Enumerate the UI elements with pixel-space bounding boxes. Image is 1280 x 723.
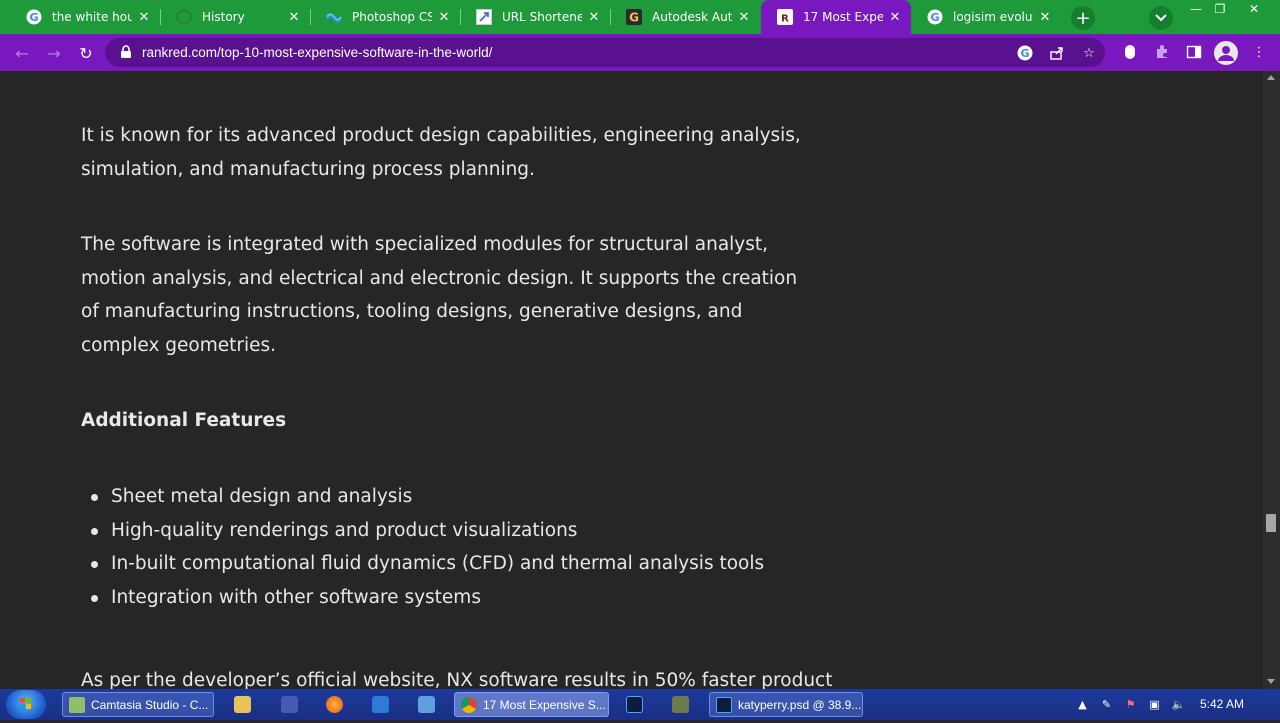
page-content: It is known for its advanced product des… xyxy=(0,71,1263,689)
tab-title: logisim evolutio xyxy=(953,10,1033,24)
google-g-icon: G xyxy=(626,9,642,25)
task-label: katyperry.psd @ 38.9... xyxy=(738,697,862,712)
scroll-thumb[interactable] xyxy=(1266,514,1276,532)
close-icon[interactable]: ✕ xyxy=(286,9,302,25)
vertical-scrollbar[interactable] xyxy=(1263,71,1280,689)
bookmark-star-icon[interactable]: ☆ xyxy=(1081,45,1097,61)
reload-button[interactable]: ↻ xyxy=(74,41,98,65)
task-label: 17 Most Expensive S... xyxy=(483,697,606,712)
google-lens-icon[interactable]: G xyxy=(1017,45,1033,61)
task-label: Camtasia Studio - C... xyxy=(91,697,209,712)
browser-toolbar: ← → ↻ rankred.com/top-10-most-expensive-… xyxy=(0,34,1280,71)
link-icon xyxy=(476,9,492,25)
firefox-icon[interactable] xyxy=(326,696,343,713)
list-item: Sheet metal design and analysis xyxy=(91,480,811,514)
tab-logisim[interactable]: G logisim evolutio ✕ xyxy=(911,0,1061,34)
scroll-down-arrow-icon[interactable] xyxy=(1267,679,1275,684)
new-tab-button[interactable]: + xyxy=(1071,6,1095,30)
tab-search-button[interactable] xyxy=(1149,6,1173,30)
tab-title: Photoshop CS6 xyxy=(352,10,432,24)
taskbar-item-camtasia[interactable]: Camtasia Studio - C... xyxy=(62,692,214,717)
close-icon[interactable]: ✕ xyxy=(586,9,602,25)
google-icon: G xyxy=(927,9,943,25)
system-clock[interactable]: 5:42 AM xyxy=(1200,697,1244,711)
tab-photoshop-cs6[interactable]: Photoshop CS6 ✕ xyxy=(310,0,460,34)
lock-icon xyxy=(121,45,131,58)
close-icon[interactable]: ✕ xyxy=(1037,9,1053,25)
tab-title: 17 Most Expens xyxy=(803,10,883,24)
list-item: Integration with other software systems xyxy=(91,581,811,615)
tab-title: History xyxy=(202,10,245,24)
address-bar[interactable]: rankred.com/top-10-most-expensive-softwa… xyxy=(105,38,1105,67)
extensions-puzzle-icon[interactable] xyxy=(1153,43,1171,61)
action-center-icon[interactable]: ⚑ xyxy=(1123,697,1138,712)
list-item: High-quality renderings and product visu… xyxy=(91,514,811,548)
app-icon[interactable] xyxy=(372,696,389,713)
section-heading: Additional Features xyxy=(81,410,287,431)
app-icon[interactable] xyxy=(672,696,689,713)
forward-button[interactable]: → xyxy=(42,41,66,65)
windows-logo-icon xyxy=(20,698,31,709)
side-panel-icon[interactable] xyxy=(1185,43,1203,61)
tab-autodesk[interactable]: G Autodesk AutoC ✕ xyxy=(610,0,760,34)
history-icon xyxy=(176,9,192,25)
tab-history[interactable]: History ✕ xyxy=(160,0,310,34)
tab-title: Autodesk AutoC xyxy=(652,10,732,24)
svg-text:G: G xyxy=(29,11,38,24)
close-icon[interactable]: ✕ xyxy=(736,9,752,25)
paragraph: It is known for its advanced product des… xyxy=(81,125,801,180)
tab-strip: G the white house ✕ History ✕ Photoshop … xyxy=(0,0,1280,34)
close-icon[interactable]: ✕ xyxy=(436,9,452,25)
pen-icon[interactable]: ✎ xyxy=(1099,697,1114,712)
menu-kebab-icon[interactable]: ⋮ xyxy=(1250,43,1268,61)
paragraph: The software is integrated with speciali… xyxy=(81,234,798,356)
network-icon[interactable]: ▣ xyxy=(1147,697,1162,712)
windows-taskbar: Camtasia Studio - C... 17 Most Expensive… xyxy=(0,689,1280,720)
share-icon[interactable] xyxy=(1049,45,1065,61)
tab-url-shortener[interactable]: URL Shortener ✕ xyxy=(460,0,610,34)
rankred-icon: R xyxy=(777,9,793,25)
list-item: In-built computational fluid dynamics (C… xyxy=(91,547,811,581)
show-hidden-icons-arrow-icon[interactable]: ▲ xyxy=(1075,697,1090,712)
back-button[interactable]: ← xyxy=(10,41,34,65)
folder-icon[interactable] xyxy=(234,696,251,713)
tab-the-white-house[interactable]: G the white house ✕ xyxy=(10,0,160,34)
app-icon[interactable] xyxy=(281,696,298,713)
paragraph: As per the developer’s official website,… xyxy=(81,670,833,689)
restore-button[interactable]: ❐ xyxy=(1206,0,1234,18)
photoshop-icon xyxy=(326,9,342,25)
profile-avatar[interactable] xyxy=(1214,41,1238,65)
tab-17-most-expensive[interactable]: R 17 Most Expens ✕ xyxy=(761,0,911,34)
tab-title: the white house xyxy=(52,10,132,24)
extension-icon[interactable] xyxy=(1121,43,1139,61)
svg-text:G: G xyxy=(930,11,939,24)
svg-text:R: R xyxy=(781,14,789,25)
chevron-down-icon xyxy=(1155,14,1167,22)
svg-text:G: G xyxy=(1020,47,1029,60)
close-icon[interactable]: ✕ xyxy=(136,9,152,25)
url-text: rankred.com/top-10-most-expensive-softwa… xyxy=(142,45,493,60)
volume-muted-icon[interactable]: 🔈 xyxy=(1171,697,1186,712)
feature-list: Sheet metal design and analysis High-qua… xyxy=(91,480,811,615)
tab-title: URL Shortener xyxy=(502,10,582,24)
svg-text:G: G xyxy=(629,11,639,25)
taskbar-item-photoshop[interactable]: katyperry.psd @ 38.9... xyxy=(709,692,863,717)
close-icon[interactable]: ✕ xyxy=(887,9,903,25)
people-icon[interactable] xyxy=(418,696,435,713)
chrome-icon xyxy=(461,696,477,713)
camtasia-icon xyxy=(69,696,85,713)
taskbar-item-chrome[interactable]: 17 Most Expensive S... xyxy=(454,692,609,717)
start-button[interactable] xyxy=(6,690,46,719)
scroll-up-arrow-icon[interactable] xyxy=(1267,75,1275,80)
photoshop-icon xyxy=(716,696,732,713)
google-icon: G xyxy=(26,9,42,25)
photoshop-icon[interactable] xyxy=(626,696,643,713)
close-window-button[interactable]: ✕ xyxy=(1240,0,1268,18)
